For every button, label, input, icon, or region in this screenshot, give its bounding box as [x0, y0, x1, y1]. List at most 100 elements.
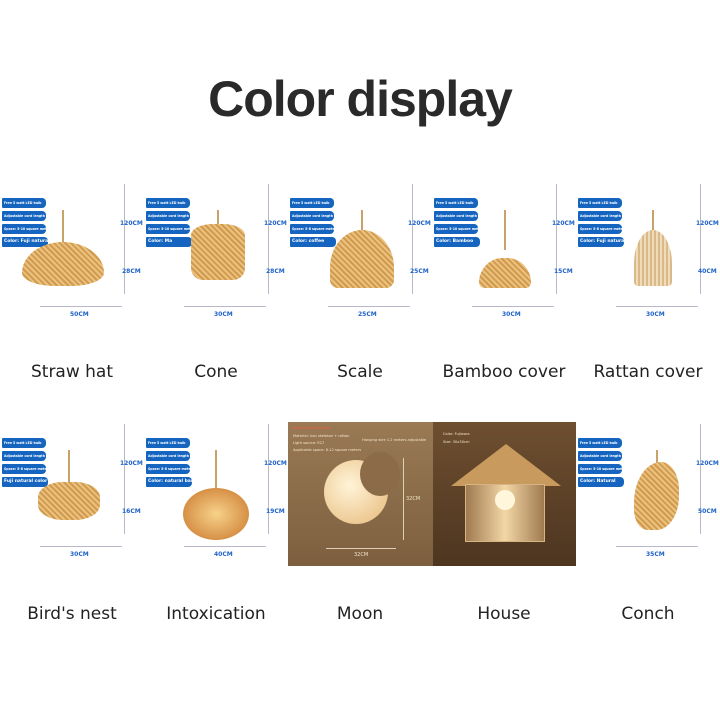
lamp-shade [183, 488, 249, 540]
height-dimension-line [268, 424, 269, 534]
spec-tag: Space: 5-8 square meters [578, 224, 622, 234]
width-dimension-line [472, 306, 554, 307]
pendant-cord [504, 210, 506, 250]
spec-tag: Space: 5-8 square meters [146, 464, 190, 474]
product-image[interactable]: Free 5 watt LED bulb Adjustable cord leng… [0, 180, 144, 325]
product-name: Moon [336, 604, 384, 624]
product-image[interactable]: Free 5 watt LED bulb Adjustable cord leng… [144, 420, 288, 565]
width-label: 30CM [646, 311, 665, 318]
spec-tag: Free 5 watt LED bulb [578, 438, 622, 448]
height-dimension-line [124, 424, 125, 534]
spec-tag: Free 5 watt LED bulb [2, 438, 46, 448]
spec-tag: Adjustable cord length 1.2 meters [434, 211, 478, 221]
pendant-cord [215, 450, 217, 490]
spec-tag: Adjustable cord length 1.2 meters [146, 211, 190, 221]
spec-tag: Space: 5-10 square meters [578, 464, 622, 474]
lamp-shade [634, 462, 679, 530]
product-name: Bamboo cover [442, 362, 566, 382]
moon-product-image[interactable]: Soft LED light source Material: iron ske… [288, 422, 433, 566]
spec-tag: Space: 5-10 square meters [146, 224, 190, 234]
spec-text: Material: iron skeleton + rattan [293, 434, 350, 438]
spec-tag: Free 5 watt LED bulb [578, 198, 622, 208]
height-label: 40CM [698, 268, 717, 275]
height-label: 28CM [122, 268, 141, 275]
spec-tag: Color: natural bamboo [146, 477, 192, 487]
product-name: Intoxication [166, 604, 266, 624]
width-dimension-line [40, 546, 122, 547]
moon-cutout [360, 452, 400, 496]
height-dimension-line [700, 184, 701, 294]
total-height-label: 120CM [696, 220, 719, 227]
product-name: Scale [337, 362, 383, 382]
width-label: 35CM [646, 551, 665, 558]
total-height-label: 120CM [552, 220, 575, 227]
lamp-shade [634, 230, 672, 286]
bulb [495, 490, 515, 510]
lamp-shade [22, 242, 104, 286]
total-height-label: 120CM [120, 460, 143, 467]
product-image[interactable]: Free 5 watt LED bulb Adjustable cord leng… [288, 180, 432, 325]
spec-tag: Adjustable cord length 1.2 meters [2, 451, 46, 461]
spec-tag: Color: Ma [146, 237, 192, 247]
spec-text: Light source: E27 [293, 441, 325, 445]
spec-tag: Space: 5-10 square meters [434, 224, 478, 234]
spec-tag: Free 5 watt LED bulb [146, 438, 190, 448]
total-height-label: 120CM [696, 460, 719, 467]
spec-tag: Free 5 watt LED bulb [434, 198, 478, 208]
spec-tag: Adjustable cord length 1.2 meters [578, 211, 622, 221]
spec-tag: Color: Bamboo [434, 237, 480, 247]
width-dimension-line [616, 306, 698, 307]
house-product-image[interactable]: Color: Fujiwara Size: 30x30cm [433, 422, 576, 566]
product-name: Conch [621, 604, 675, 624]
product-image[interactable]: Free 5 watt LED bulb Adjustable cord leng… [432, 180, 576, 325]
width-dimension-line [328, 306, 410, 307]
spec-tag: Color: Fuji natural color [578, 237, 624, 247]
spec-text: Color: Fujiwara [443, 432, 470, 436]
spec-tag: Free 5 watt LED bulb [290, 198, 334, 208]
product-image[interactable]: Free 5 watt LED bulb Adjustable cord leng… [0, 420, 144, 565]
spec-tag: Space: 5-8 square meters [2, 464, 46, 474]
width-dimension-line [184, 306, 266, 307]
spec-tag: Space: 5-10 square meters [2, 224, 46, 234]
product-name: Cone [194, 362, 238, 382]
width-dimension-line [326, 548, 396, 549]
product-name: Bird's nest [27, 604, 117, 624]
total-height-label: 120CM [264, 220, 287, 227]
width-dimension-line [40, 306, 122, 307]
spec-tag: Adjustable cord length 1.2 meters [2, 211, 46, 221]
product-name: Straw hat [30, 362, 114, 382]
height-label: 32CM [406, 496, 421, 502]
spec-tag: Color: Natural [578, 477, 624, 487]
height-dimension-line [700, 424, 701, 534]
lamp-shade [38, 482, 100, 520]
height-label: 25CM [410, 268, 429, 275]
lamp-shade [479, 258, 531, 288]
width-label: 50CM [70, 311, 89, 318]
width-dimension-line [184, 546, 266, 547]
lamp-shade [191, 224, 245, 280]
product-image[interactable]: Free 5 watt LED bulb Adjustable cord leng… [576, 180, 720, 325]
spec-tag: Adjustable cord length 1.2 meters [146, 451, 190, 461]
height-dimension-line [556, 184, 557, 294]
total-height-label: 120CM [408, 220, 431, 227]
width-label: 40CM [214, 551, 233, 558]
height-label: 19CM [266, 508, 285, 515]
total-height-label: 120CM [120, 220, 143, 227]
product-image[interactable]: Free 5 watt LED bulb Adjustable cord leng… [144, 180, 288, 325]
product-image[interactable]: Free 5 watt LED bulb Adjustable cord leng… [576, 420, 720, 565]
width-label: 25CM [358, 311, 377, 318]
height-dimension-line [268, 184, 269, 294]
spec-text: Soft LED light source [293, 426, 331, 430]
width-label: 32CM [354, 552, 369, 558]
spec-tag: Free 5 watt LED bulb [2, 198, 46, 208]
width-label: 30CM [214, 311, 233, 318]
product-name: Rattan cover [593, 362, 703, 382]
height-dimension-line [124, 184, 125, 294]
height-dimension-line [412, 184, 413, 294]
height-label: 28CM [266, 268, 285, 275]
spec-tag: Free 5 watt LED bulb [146, 198, 190, 208]
height-dimension-line [403, 458, 404, 540]
width-dimension-line [616, 546, 698, 547]
product-name: House [477, 604, 531, 624]
width-label: 30CM [502, 311, 521, 318]
